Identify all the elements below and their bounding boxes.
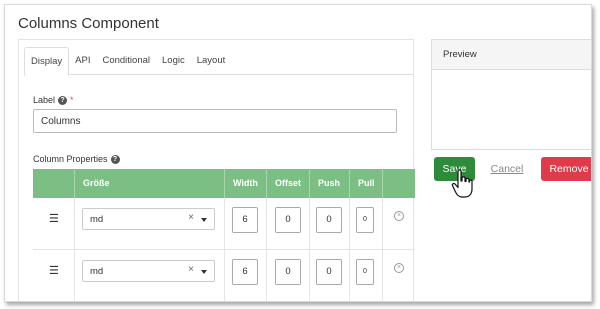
modal-title: Columns Component	[18, 15, 159, 32]
column-properties-text: Column Properties	[33, 154, 108, 164]
hand-pointer-icon	[451, 169, 473, 198]
times-icon[interactable]: ×	[188, 212, 194, 223]
tab-bar: Display API Conditional Logic Layout	[24, 47, 413, 76]
pull-input[interactable]: 0	[356, 259, 374, 285]
header-drag	[33, 169, 75, 198]
columns-grid: Größe Width Offset Push Pull ☰ md × 6 0	[33, 169, 415, 301]
push-input[interactable]: 0	[316, 207, 342, 233]
label-field-label: Label ? *	[33, 95, 74, 105]
table-row: ☰ md × 6 0 0 0 ×	[33, 198, 415, 250]
header-push: Push	[310, 169, 350, 198]
header-width: Width	[225, 169, 267, 198]
size-select[interactable]: md ×	[82, 208, 215, 230]
width-input[interactable]: 6	[232, 259, 258, 285]
table-row: ☰ md × 6 0 0 0 ×	[33, 250, 415, 301]
header-size: Größe	[75, 169, 225, 198]
column-properties-label: Column Properties ?	[33, 154, 120, 164]
pull-input[interactable]: 0	[356, 207, 374, 233]
size-select-value: md	[90, 214, 104, 225]
cancel-button[interactable]: Cancel	[487, 157, 527, 181]
tab-layout[interactable]: Layout	[191, 47, 232, 75]
tab-api[interactable]: API	[69, 47, 96, 75]
header-pull: Pull	[350, 169, 383, 198]
size-select-value: md	[90, 266, 104, 277]
tab-logic[interactable]: Logic	[156, 47, 191, 75]
tab-display[interactable]: Display	[24, 47, 70, 76]
question-circle-icon[interactable]: ?	[110, 154, 120, 164]
width-input[interactable]: 6	[232, 207, 258, 233]
remove-button[interactable]: Remove	[541, 157, 591, 181]
times-circle-icon[interactable]: ×	[394, 211, 404, 221]
header-actions	[383, 169, 415, 198]
size-select[interactable]: md ×	[82, 260, 215, 282]
push-input[interactable]: 0	[316, 259, 342, 285]
preview-panel: Preview	[431, 39, 591, 150]
modal-window: Columns Component Display API Conditiona…	[4, 4, 592, 302]
preview-title: Preview	[432, 40, 591, 70]
times-icon[interactable]: ×	[188, 264, 194, 275]
label-input[interactable]	[33, 109, 397, 133]
header-offset: Offset	[267, 169, 310, 198]
caret-down-icon[interactable]	[201, 218, 207, 222]
times-circle-icon[interactable]: ×	[394, 263, 404, 273]
tab-conditional[interactable]: Conditional	[96, 47, 156, 75]
bars-icon[interactable]: ☰	[49, 212, 59, 225]
caret-down-icon[interactable]	[201, 270, 207, 274]
grid-header: Größe Width Offset Push Pull	[33, 169, 415, 198]
bars-icon[interactable]: ☰	[49, 264, 59, 277]
offset-input[interactable]: 0	[275, 259, 301, 285]
editor-panel: Display API Conditional Logic Layout Lab…	[18, 39, 415, 301]
question-circle-icon[interactable]: ?	[58, 95, 68, 105]
label-text: Label	[33, 95, 56, 105]
required-marker: *	[70, 95, 74, 105]
offset-input[interactable]: 0	[275, 207, 301, 233]
